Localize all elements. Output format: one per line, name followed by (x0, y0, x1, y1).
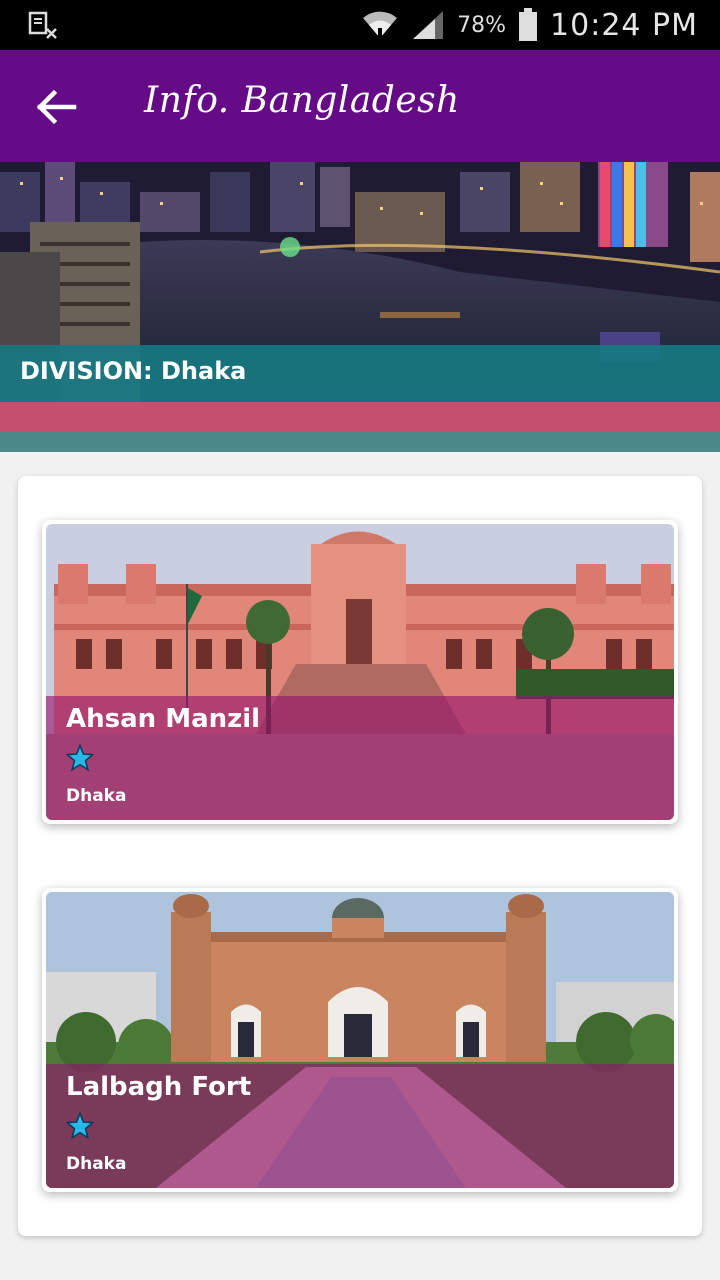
decorative-stripe-teal (0, 432, 720, 452)
place-location: Dhaka (66, 786, 127, 806)
division-banner-image: DIVISION: Dhaka (0, 162, 720, 402)
division-label: DIVISION: Dhaka (20, 357, 247, 385)
decorative-stripe-pink (0, 402, 720, 432)
status-bar: 78% 10:24 PM (0, 0, 720, 50)
signal-icon (413, 11, 444, 39)
places-list: Ahsan Manzil Dhaka Lalbagh Fort Dhaka (18, 476, 702, 1236)
place-location: Dhaka (66, 1154, 127, 1174)
battery-percent: 78% (457, 12, 507, 38)
place-card-lalbagh-fort[interactable]: Lalbagh Fort Dhaka (42, 888, 678, 1192)
place-info-overlay: Ahsan Manzil Dhaka (46, 696, 674, 820)
star-icon (66, 1112, 94, 1139)
place-card-ahsan-manzil[interactable]: Ahsan Manzil Dhaka (42, 520, 678, 824)
place-info-overlay: Lalbagh Fort Dhaka (46, 1064, 674, 1188)
clock: 10:24 PM (550, 7, 698, 43)
place-name: Ahsan Manzil (66, 704, 261, 734)
star-icon (66, 744, 94, 771)
place-name: Lalbagh Fort (66, 1072, 252, 1102)
battery-icon (519, 8, 538, 41)
wifi-icon (363, 11, 398, 38)
sim-card-icon (28, 11, 57, 39)
back-arrow-icon[interactable] (30, 84, 82, 130)
division-strip: DIVISION: Dhaka (0, 345, 720, 402)
app-bar: Info. Bangladesh (0, 50, 720, 162)
page-title: Info. Bangladesh (144, 80, 460, 121)
